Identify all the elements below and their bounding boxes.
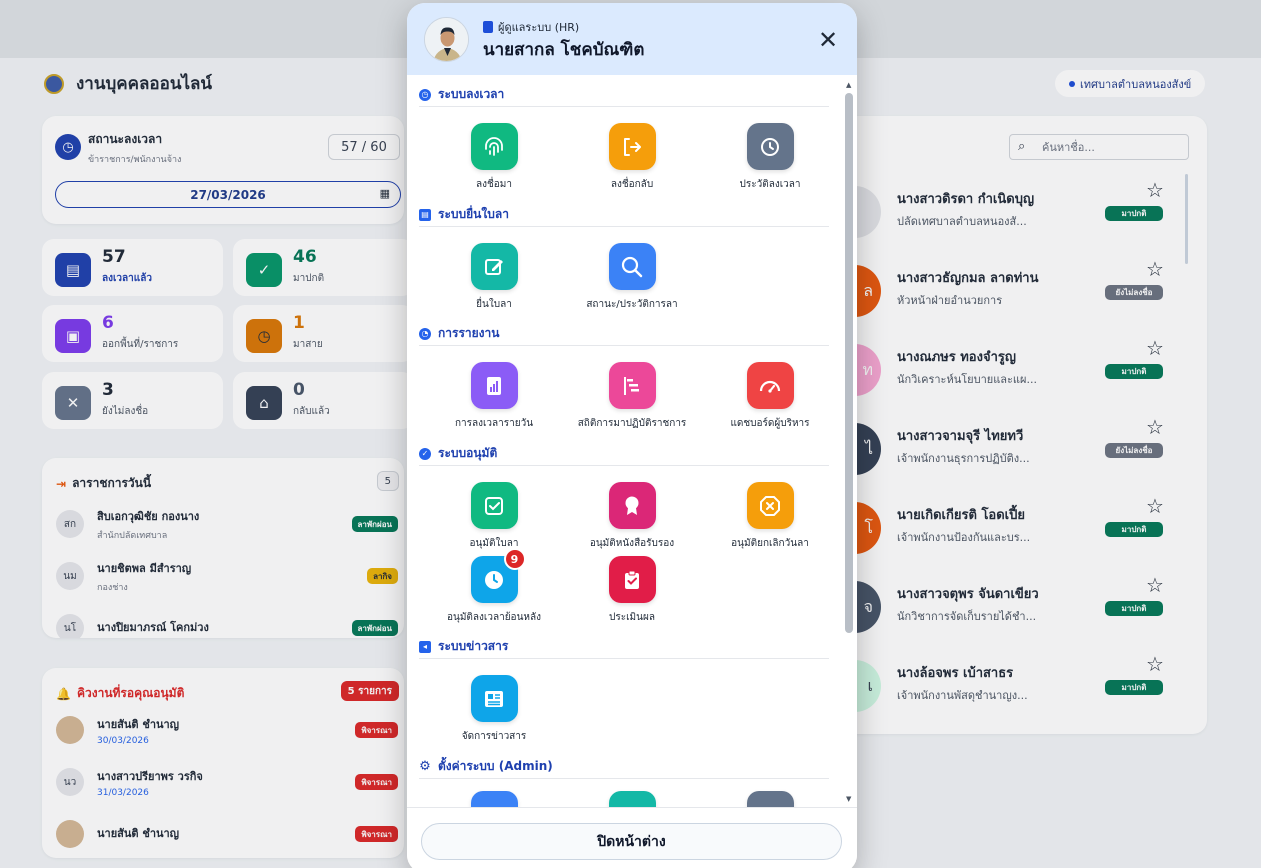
menu-section: ◔ การรายงานการลงเวลารายวัน สถิติการมาปฏิบั… — [419, 322, 829, 429]
menu-item-label: อนุมัติยกเลิกวันลา — [731, 538, 809, 549]
newspaper-icon[interactable] — [470, 675, 518, 722]
scroll-up-arrow-icon[interactable]: ▲ — [846, 81, 851, 89]
menu-item-fingerprint[interactable]: ลงชื่อมา — [425, 123, 563, 192]
menu-item-award[interactable]: อนุมัติหนังสือรับรอง — [563, 482, 701, 551]
notification-badge: 9 — [503, 548, 526, 570]
logout-icon[interactable] — [608, 123, 656, 170]
menu-section-title: ระบบอนุมัติ — [438, 446, 498, 460]
menu-item-admin[interactable] — [425, 791, 563, 807]
menu-item-label: จัดการข่าวสาร — [461, 731, 527, 742]
menu-item-label: การลงเวลารายวัน — [454, 418, 534, 429]
bar-report-icon[interactable] — [470, 362, 518, 409]
id-badge-icon — [483, 21, 493, 33]
fingerprint-icon[interactable] — [470, 123, 518, 170]
gantt-icon[interactable] — [608, 362, 656, 409]
menu-item-label: สถิติการมาปฏิบัติราชการ — [577, 418, 687, 429]
menu-section-header: ◂ ระบบข่าวสาร — [419, 635, 829, 659]
menu-section: ▤ ระบบยื่นใบลายื่นใบลา สถานะ/ประวัติการลา — [419, 203, 829, 310]
menu-item-admin[interactable] — [563, 791, 701, 807]
megaphone-icon: ◂ — [419, 640, 431, 653]
award-icon[interactable] — [608, 482, 656, 529]
modal-header: ผู้ดูแลระบบ (HR) นายสากล โชคบัณฑิต ✕ — [407, 3, 857, 75]
search-icon[interactable] — [608, 243, 656, 290]
menu-item-clipboard-check[interactable]: ประเมินผล — [563, 556, 701, 625]
menu-item-bar-report[interactable]: การลงเวลารายวัน — [425, 362, 563, 431]
modal-scrollbar[interactable]: ▲ ▼ — [844, 79, 854, 803]
menu-item-cancel-octagon[interactable]: อนุมัติยกเลิกวันลา — [701, 482, 839, 551]
menu-section-header: ◷ ระบบลงเวลา — [419, 83, 829, 107]
menu-item-history-clock[interactable]: ประวัติลงเวลา — [701, 123, 839, 192]
menu-section-title: ระบบข่าวสาร — [438, 639, 509, 653]
menu-section-title: ระบบยื่นใบลา — [438, 207, 509, 221]
menu-section-header: ✓ ระบบอนุมัติ — [419, 442, 829, 466]
scroll-thumb[interactable] — [845, 93, 853, 633]
cancel-octagon-icon[interactable] — [746, 482, 794, 529]
close-icon[interactable]: ✕ — [815, 27, 841, 53]
menu-item-label: ประวัติลงเวลา — [739, 179, 801, 190]
user-role-text: ผู้ดูแลระบบ (HR) — [498, 21, 580, 34]
gear-icon: ⚙ — [419, 759, 431, 774]
menu-section-title: ตั้งค่าระบบ (Admin) — [438, 759, 553, 773]
menu-item-gauge[interactable]: แดชบอร์ดผู้บริหาร — [701, 362, 839, 431]
settings-tile-icon[interactable] — [470, 791, 518, 807]
menu-item-label: ประเมินผล — [609, 612, 655, 623]
menu-modal: ผู้ดูแลระบบ (HR) นายสากล โชคบัณฑิต ✕ ◷ ระ… — [407, 3, 857, 868]
menu-item-label: อนุมัติใบลา — [469, 538, 519, 549]
modal-menu-body: ◷ ระบบลงเวลาลงชื่อมา ลงชื่อกลับ ประวัติลงเว… — [407, 75, 857, 807]
menu-section-title: ระบบลงเวลา — [438, 87, 505, 101]
menu-section-header: ⚙ ตั้งค่าระบบ (Admin) — [419, 755, 829, 779]
menu-item-edit[interactable]: ยื่นใบลา — [425, 243, 563, 312]
menu-item-label: อนุมัติลงเวลาย้อนหลัง — [446, 612, 542, 623]
clipboard-check-icon[interactable] — [608, 556, 656, 603]
menu-item-newspaper[interactable]: จัดการข่าวสาร — [425, 675, 563, 744]
clock-icon: ◷ — [419, 88, 431, 101]
menu-item-label: ลงชื่อมา — [475, 179, 512, 190]
close-window-button[interactable]: ปิดหน้าต่าง — [421, 823, 842, 860]
menu-section-header: ▤ ระบบยื่นใบลา — [419, 203, 829, 227]
pie-chart-icon: ◔ — [419, 327, 431, 340]
menu-section-header: ◔ การรายงาน — [419, 322, 829, 346]
user-avatar — [424, 17, 469, 62]
user-role: ผู้ดูแลระบบ (HR) — [483, 18, 579, 36]
document-icon: ▤ — [419, 208, 431, 221]
history-clock-icon[interactable] — [746, 123, 794, 170]
settings-tile-icon[interactable] — [746, 791, 794, 807]
edit-icon[interactable] — [470, 243, 518, 290]
menu-item-clock[interactable]: 9 อนุมัติลงเวลาย้อนหลัง — [425, 548, 563, 625]
menu-item-admin[interactable] — [701, 791, 839, 807]
menu-item-gantt[interactable]: สถิติการมาปฏิบัติราชการ — [563, 362, 701, 431]
menu-section: ◂ ระบบข่าวสารจัดการข่าวสาร — [419, 635, 829, 742]
menu-section-title: การรายงาน — [438, 326, 500, 340]
menu-item-search[interactable]: สถานะ/ประวัติการลา — [563, 243, 701, 312]
check-square-icon[interactable] — [470, 482, 518, 529]
menu-section: ⚙ ตั้งค่าระบบ (Admin) — [419, 755, 829, 807]
menu-item-label: แดชบอร์ดผู้บริหาร — [730, 418, 810, 429]
modal-footer: ปิดหน้าต่าง — [407, 807, 857, 868]
gauge-icon[interactable] — [746, 362, 794, 409]
menu-item-logout[interactable]: ลงชื่อกลับ — [563, 123, 701, 192]
menu-section: ✓ ระบบอนุมัติอนุมัติใบลา อนุมัติหนังสือรับ… — [419, 442, 829, 623]
user-name: นายสากล โชคบัณฑิต — [483, 40, 645, 60]
menu-item-check-square[interactable]: อนุมัติใบลา — [425, 482, 563, 551]
settings-tile-icon[interactable] — [608, 791, 656, 807]
check-circle-icon: ✓ — [419, 447, 431, 460]
menu-item-label: สถานะ/ประวัติการลา — [586, 299, 678, 310]
scroll-down-arrow-icon[interactable]: ▼ — [846, 795, 851, 803]
menu-item-label: อนุมัติหนังสือรับรอง — [589, 538, 675, 549]
clock-icon[interactable]: 9 — [470, 548, 526, 603]
menu-item-label: ลงชื่อกลับ — [610, 179, 654, 190]
menu-section: ◷ ระบบลงเวลาลงชื่อมา ลงชื่อกลับ ประวัติลงเว… — [419, 83, 829, 190]
menu-item-label: ยื่นใบลา — [476, 299, 512, 310]
